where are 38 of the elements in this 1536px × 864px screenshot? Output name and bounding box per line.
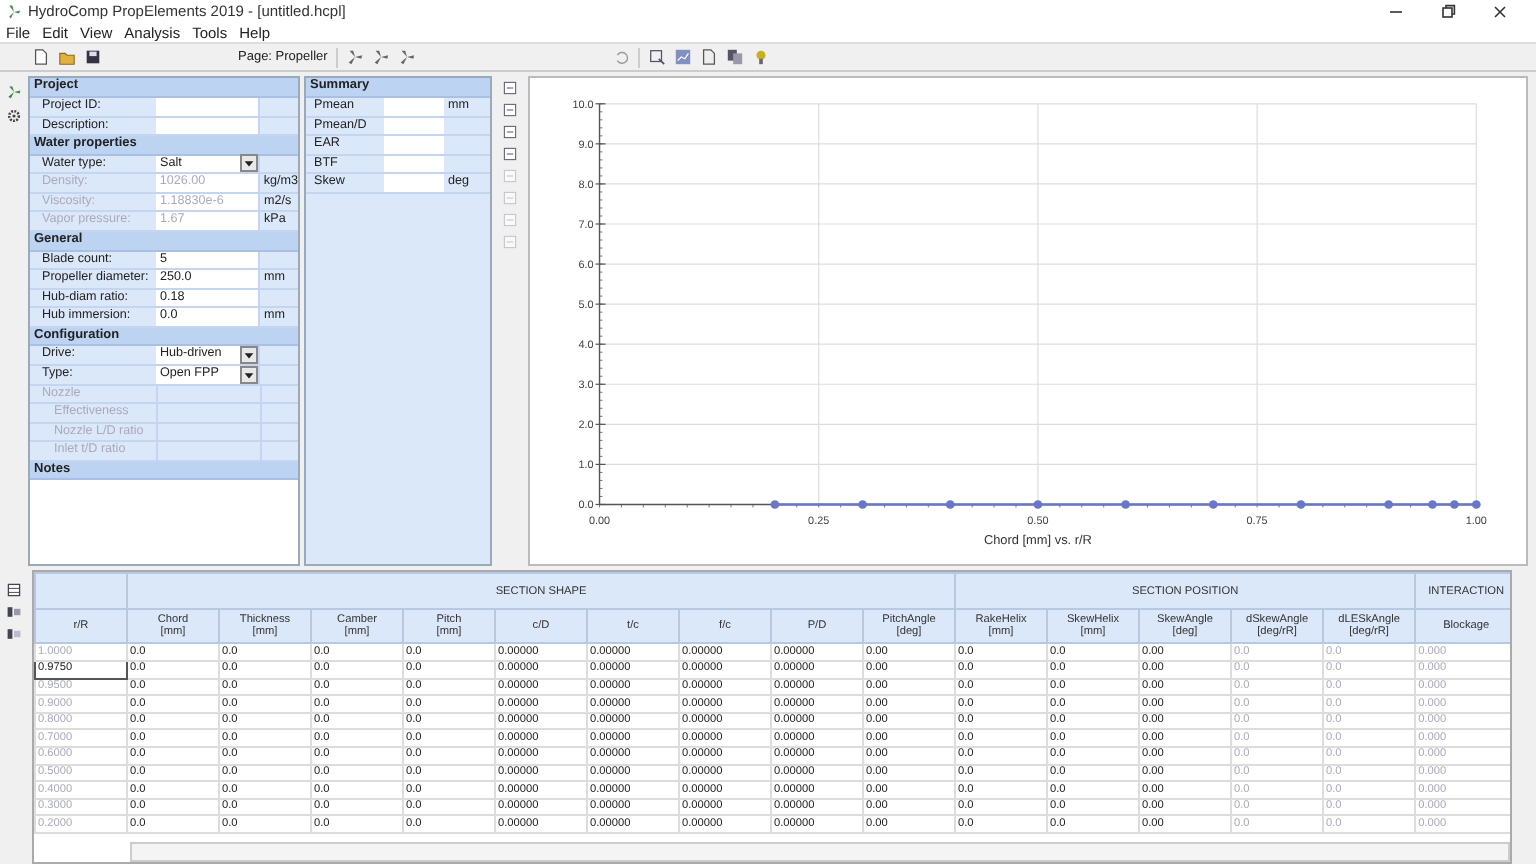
data-point	[1428, 501, 1437, 510]
new-file-icon[interactable]	[32, 48, 50, 67]
data-point	[945, 501, 955, 510]
propeller-icon[interactable]	[345, 48, 364, 67]
data-point	[1384, 501, 1393, 510]
restore-icon[interactable]	[1438, 1, 1458, 22]
data-point	[1471, 501, 1481, 510]
copy-icon[interactable]	[725, 48, 744, 67]
data-point	[1296, 501, 1306, 510]
horizontal-scrollbar[interactable]	[130, 842, 1510, 862]
propeller-icon[interactable]	[397, 48, 416, 67]
propeller-icon[interactable]	[6, 84, 22, 101]
data-point	[1208, 501, 1218, 510]
panel-icon[interactable]	[502, 80, 518, 97]
value-field	[384, 174, 444, 192]
table-icon[interactable]	[6, 604, 22, 621]
notes-field[interactable]	[30, 480, 298, 565]
document-icon[interactable]	[699, 48, 718, 67]
panel-icon[interactable]	[502, 146, 518, 163]
data-point	[1121, 501, 1130, 510]
open-folder-icon[interactable]	[58, 48, 76, 67]
settings-icon[interactable]	[6, 108, 22, 125]
grid-icon[interactable]	[6, 582, 22, 599]
data-point	[858, 501, 867, 510]
table-icon[interactable]	[6, 626, 22, 643]
lightbulb-icon[interactable]	[751, 48, 770, 67]
panel-icon[interactable]	[502, 102, 518, 119]
data-point	[770, 501, 780, 510]
save-icon[interactable]	[84, 48, 102, 67]
panel-icon[interactable]	[502, 124, 518, 141]
close-icon[interactable]	[1490, 1, 1510, 22]
app-icon	[6, 3, 22, 20]
data-point	[1450, 501, 1459, 510]
propeller-icon[interactable]	[371, 48, 390, 67]
value-field	[384, 136, 444, 154]
zoom-box-icon[interactable]	[647, 48, 666, 67]
data-point	[1033, 501, 1043, 510]
chart-icon[interactable]	[673, 48, 692, 67]
